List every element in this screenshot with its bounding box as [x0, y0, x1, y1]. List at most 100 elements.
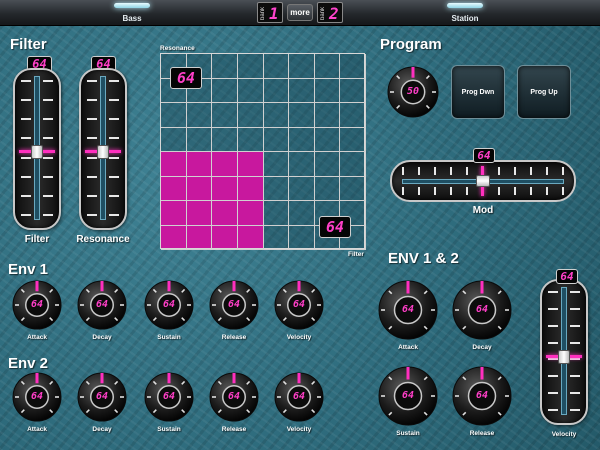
fader-tick	[109, 175, 119, 178]
env12-release-label: Release	[469, 430, 495, 437]
bank-1-value: 1	[269, 4, 279, 23]
fader-tick	[546, 187, 548, 195]
xy-pad-cell	[237, 152, 264, 177]
fader-tick	[570, 291, 580, 293]
env12-sustain-label: Sustain	[396, 430, 420, 437]
xy-pad-cell	[161, 225, 187, 250]
bank-1-display[interactable]: bank 1	[257, 2, 283, 23]
fader-tick	[43, 80, 53, 82]
fader-tick	[109, 99, 119, 102]
fader-tick	[87, 80, 97, 82]
fader-tick	[548, 324, 558, 327]
xy-pad-cell	[237, 201, 264, 226]
env12-release-knob[interactable]: 64	[452, 366, 512, 426]
env12-attack-knob[interactable]: 64	[378, 280, 438, 340]
bank-2-display[interactable]: bank 2	[317, 2, 343, 23]
env2-decay-knob[interactable]: 64	[77, 372, 127, 422]
env1-velocity-knob[interactable]: 64	[274, 280, 324, 330]
xy-pad-cell	[212, 127, 238, 152]
env2-release-knob[interactable]: 64	[209, 372, 259, 422]
tab-station[interactable]: Station	[437, 0, 493, 24]
xy-pad-cell	[212, 152, 238, 177]
xy-pad-cell	[186, 201, 213, 226]
env1-sustain-knob[interactable]: 64	[144, 280, 194, 330]
program-heading: Program	[380, 36, 442, 53]
xy-pad-cell	[314, 103, 341, 128]
tab-bass-label: Bass	[122, 14, 142, 23]
fader-tick	[466, 187, 468, 195]
xy-pad-cell	[314, 152, 341, 177]
fader-handle[interactable]	[558, 350, 570, 364]
fader-tick	[109, 214, 119, 216]
prog-up-button[interactable]: Prog Up	[517, 65, 571, 119]
fader-tick	[43, 118, 53, 121]
top-bar: Bass bank 1 more bank 2 Station	[0, 0, 600, 26]
xy-pad-cell	[161, 201, 187, 226]
env12-sustain-value: 64	[401, 390, 415, 401]
tab-indicator-light	[114, 3, 150, 8]
fader-tick	[548, 409, 558, 411]
env2-sustain-knob[interactable]: 64	[144, 372, 194, 422]
fader-tick	[21, 156, 31, 159]
env1-attack-knob[interactable]: 64	[12, 280, 62, 330]
env2-release-value: 64	[227, 391, 241, 402]
env1-sustain-label: Sustain	[157, 334, 181, 341]
prog-down-button[interactable]: Prog Dwn	[451, 65, 505, 119]
fader-tick	[450, 167, 452, 175]
env12-decay-knob[interactable]: 64	[452, 280, 512, 340]
xy-pad-cell	[212, 176, 238, 201]
fader-tick	[466, 167, 468, 175]
tab-station-label: Station	[451, 14, 479, 23]
xy-pad[interactable]: 64 64	[160, 53, 366, 250]
xy-pad-cell	[263, 201, 290, 226]
env2-sustain-label: Sustain	[157, 426, 181, 433]
env2-velocity-knob[interactable]: 64	[274, 372, 324, 422]
filter-cutoff-label: Filter	[24, 234, 50, 245]
env2-attack-label: Attack	[27, 426, 47, 433]
fader-handle[interactable]	[476, 175, 490, 187]
fader-tick	[402, 167, 404, 175]
xy-pad-cell	[186, 103, 213, 128]
program-knob[interactable]: 50	[387, 66, 439, 118]
fader-tick	[21, 175, 31, 178]
xy-pad-cell	[263, 127, 290, 152]
filter-cutoff-fader[interactable]	[13, 68, 61, 230]
fader-tick	[87, 137, 97, 140]
xy-pad-cell	[212, 201, 238, 226]
mod-fader[interactable]	[390, 160, 576, 202]
env12-sustain-knob[interactable]: 64	[378, 366, 438, 426]
resonance-fader[interactable]	[79, 68, 127, 230]
fader-tick	[570, 341, 580, 344]
fader-tick	[418, 167, 420, 175]
more-button[interactable]: more	[287, 4, 313, 21]
env12-release-value: 64	[475, 390, 489, 401]
fader-tick	[562, 187, 564, 195]
xy-pad-cell	[161, 152, 187, 177]
env12-velocity-fader[interactable]	[540, 279, 588, 425]
env1-decay-value: 64	[95, 299, 109, 310]
env2-release-label: Release	[221, 426, 247, 433]
xy-pad-cell	[289, 78, 315, 103]
fader-tick	[548, 375, 558, 378]
xy-pad-cell	[289, 152, 315, 177]
fader-handle[interactable]	[97, 145, 109, 159]
fader-handle[interactable]	[31, 145, 43, 159]
env1-sustain-value: 64	[162, 299, 176, 310]
tab-bass[interactable]: Bass	[104, 0, 160, 24]
fader-tick	[21, 214, 31, 216]
fader-tick	[21, 194, 31, 197]
xy-pad-cell	[314, 78, 341, 103]
xy-pad-cell	[263, 78, 290, 103]
xy-pad-cell	[186, 127, 213, 152]
xy-pad-cell	[186, 152, 213, 177]
xy-pad-cell	[263, 176, 290, 201]
fader-tick	[570, 392, 580, 395]
env1-heading: Env 1	[8, 261, 49, 278]
fader-tick	[109, 118, 119, 121]
xy-pad-cell	[263, 54, 290, 79]
env1-decay-knob[interactable]: 64	[77, 280, 127, 330]
xy-pad-cell	[289, 201, 315, 226]
xy-pad-cell	[161, 103, 187, 128]
env1-release-knob[interactable]: 64	[209, 280, 259, 330]
env2-attack-knob[interactable]: 64	[12, 372, 62, 422]
